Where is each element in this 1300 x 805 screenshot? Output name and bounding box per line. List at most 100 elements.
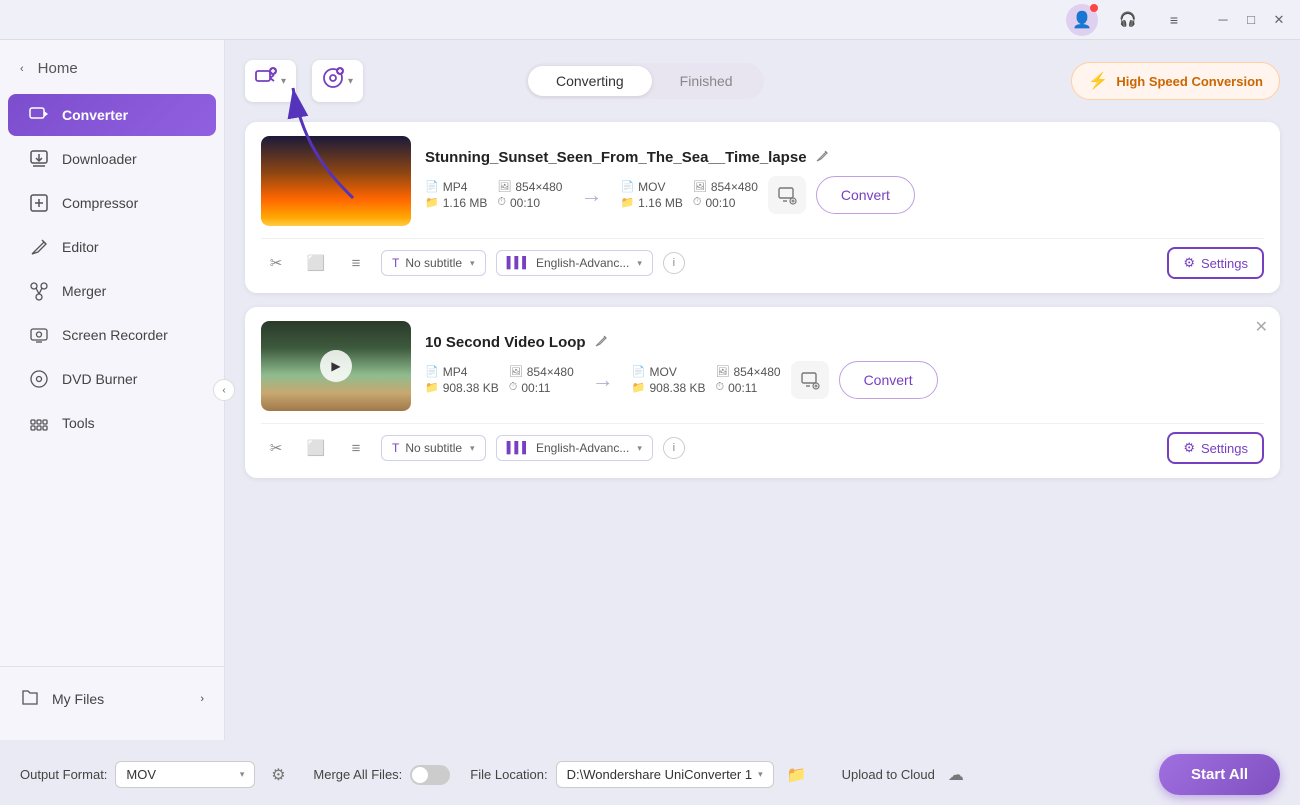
sidebar-item-merger[interactable]: Merger — [8, 270, 216, 312]
video-card-2: ✕ ▶ 10 Second Video Loop — [245, 307, 1280, 478]
cut-icon-2[interactable]: ✂ — [261, 433, 291, 463]
browse-folder-icon[interactable]: 📁 — [782, 760, 812, 790]
close-card-button-2[interactable]: ✕ — [1255, 317, 1268, 337]
video-title-text-1: Stunning_Sunset_Seen_From_The_Sea__Time_… — [425, 149, 807, 166]
settings-label-1: Settings — [1201, 256, 1248, 271]
tab-converting[interactable]: Converting — [528, 66, 652, 96]
video-format-row-2: 📄 MP4 🖼 854×480 📁 908 — [425, 361, 1264, 399]
dst-duration-text-2: 00:11 — [728, 381, 757, 395]
upload-cloud-label: Upload to Cloud — [842, 767, 935, 782]
video-card-1-bottom: ✂ ⬜ ≡ T No subtitle ▾ ▌▌▌ English-Advanc… — [261, 238, 1264, 279]
high-speed-button[interactable]: ⚡ High Speed Conversion — [1071, 62, 1280, 100]
app-body: ‹ Home Converter — [0, 40, 1300, 740]
user-avatar-icon[interactable]: 👤 — [1066, 4, 1098, 36]
subtitle-dropdown-2[interactable]: T No subtitle ▾ — [381, 435, 486, 461]
src-size-text-1: 1.16 MB — [443, 196, 488, 210]
video-file-icon-1: 📄 — [425, 180, 439, 193]
file-location-select[interactable]: D:\Wondershare UniConverter 1 ▾ — [556, 761, 774, 788]
sidebar-item-dvd-burner[interactable]: DVD Burner — [8, 358, 216, 400]
crop-icon-1[interactable]: ⬜ — [301, 248, 331, 278]
video-title-1: Stunning_Sunset_Seen_From_The_Sea__Time_… — [425, 149, 1264, 166]
output-format-select[interactable]: MOV ▾ — [115, 761, 255, 788]
dst-resolution-item-1: 🖼 854×480 — [693, 180, 758, 194]
video-thumbnail-2[interactable]: ▶ — [261, 321, 411, 411]
subtitle-dropdown-1[interactable]: T No subtitle ▾ — [381, 250, 486, 276]
audio-text-1: English-Advanc... — [536, 256, 629, 270]
format-settings-icon-1[interactable] — [768, 176, 806, 214]
sidebar-collapse-button[interactable]: ‹ — [213, 379, 235, 401]
src-format-item-2: 📄 MP4 — [425, 365, 499, 379]
dst-size-icon-1: 📁 — [620, 196, 634, 209]
window-controls: ─ □ ✕ — [1214, 11, 1288, 29]
dst-duration-text-1: 00:10 — [705, 196, 735, 210]
bottom-bar: Output Format: MOV ▾ ⚙ Merge All Files: … — [0, 740, 1300, 805]
start-all-button[interactable]: Start All — [1159, 754, 1280, 795]
video-edit-icon-1[interactable] — [815, 149, 829, 166]
app-body-inner: ‹ Home Converter — [0, 40, 1300, 740]
headset-icon[interactable]: 🎧 — [1112, 4, 1144, 36]
info-icon-1[interactable]: i — [663, 252, 685, 274]
convert-button-1[interactable]: Convert — [816, 176, 915, 214]
settings-button-2[interactable]: ⚙ Settings — [1167, 432, 1264, 464]
cut-icon-1[interactable]: ✂ — [261, 248, 291, 278]
merger-icon — [28, 280, 50, 302]
sidebar-item-screen-recorder[interactable]: Screen Recorder — [8, 314, 216, 356]
format-arrow-icon-2: → — [592, 367, 614, 393]
cloud-upload-icon[interactable]: ☁ — [941, 760, 971, 790]
converter-icon — [28, 104, 50, 126]
sidebar-item-converter[interactable]: Converter — [8, 94, 216, 136]
src-duration-text-1: 00:10 — [510, 196, 540, 210]
sidebar-home-link[interactable]: ‹ Home — [0, 50, 224, 93]
tools-icon — [28, 412, 50, 434]
add-file-button[interactable]: ▾ — [245, 60, 296, 102]
info-icon-2[interactable]: i — [663, 437, 685, 459]
audio-dropdown-1[interactable]: ▌▌▌ English-Advanc... ▾ — [496, 250, 653, 276]
sidebar-dvd-burner-label: DVD Burner — [62, 371, 137, 387]
play-button-2[interactable]: ▶ — [320, 350, 352, 382]
subtitle-add-icon-2[interactable]: ≡ — [341, 433, 371, 463]
tab-group: Converting Finished — [525, 63, 764, 99]
convert-button-2[interactable]: Convert — [839, 361, 938, 399]
settings-gear-icon-2: ⚙ — [1183, 440, 1195, 456]
sidebar-item-compressor[interactable]: Compressor — [8, 182, 216, 224]
sidebar-compressor-label: Compressor — [62, 195, 138, 211]
output-format-settings-icon[interactable]: ⚙ — [263, 760, 293, 790]
dst-video-file-icon-2: 📄 — [632, 365, 646, 378]
sidebar-myfiles-link[interactable]: My Files › — [0, 677, 224, 720]
menu-icon[interactable]: ≡ — [1158, 4, 1190, 36]
merge-toggle-switch[interactable] — [410, 765, 450, 785]
add-media-button[interactable]: ▾ — [312, 60, 363, 102]
minimize-button[interactable]: ─ — [1214, 11, 1232, 29]
compressor-icon — [28, 192, 50, 214]
video-title-2: 10 Second Video Loop — [425, 334, 1264, 351]
dst-format-item-2: 📄 MOV — [632, 365, 706, 379]
upload-cloud-field: Upload to Cloud ☁ — [842, 760, 971, 790]
audio-dropdown-2[interactable]: ▌▌▌ English-Advanc... ▾ — [496, 435, 653, 461]
close-button[interactable]: ✕ — [1270, 11, 1288, 29]
sidebar-item-downloader[interactable]: Downloader — [8, 138, 216, 180]
output-format-label: Output Format: — [20, 767, 107, 782]
sidebar-tools-label: Tools — [62, 415, 95, 431]
dst-resolution-text-1: 854×480 — [711, 180, 758, 194]
maximize-button[interactable]: □ — [1242, 11, 1260, 29]
video-format-row-1: 📄 MP4 🖼 854×480 📁 1.1 — [425, 176, 1264, 214]
video-edit-icon-2[interactable] — [594, 334, 608, 351]
src-duration-text-2: 00:11 — [521, 381, 550, 395]
high-speed-label: High Speed Conversion — [1116, 74, 1263, 89]
settings-button-1[interactable]: ⚙ Settings — [1167, 247, 1264, 279]
dst-duration-item-2: ⏱ 00:11 — [716, 381, 781, 395]
video-file-icon-2: 📄 — [425, 365, 439, 378]
video-info-2: 10 Second Video Loop — [425, 334, 1264, 399]
tab-finished[interactable]: Finished — [652, 66, 761, 96]
src-format-text-1: MP4 — [443, 180, 468, 194]
sidebar: ‹ Home Converter — [0, 40, 225, 740]
crop-icon-2[interactable]: ⬜ — [301, 433, 331, 463]
title-bar: 👤 🎧 ≡ ─ □ ✕ — [0, 0, 1300, 40]
subtitle-icon-2: T — [392, 441, 399, 455]
format-settings-icon-2[interactable] — [791, 361, 829, 399]
sidebar-item-editor[interactable]: Editor — [8, 226, 216, 268]
dst-format-block-1: 📄 MOV 🖼 854×480 📁 1.1 — [620, 180, 757, 210]
sidebar-item-tools[interactable]: Tools — [8, 402, 216, 444]
subtitle-add-icon-1[interactable]: ≡ — [341, 248, 371, 278]
src-duration-item-2: ⏱ 00:11 — [509, 381, 574, 395]
